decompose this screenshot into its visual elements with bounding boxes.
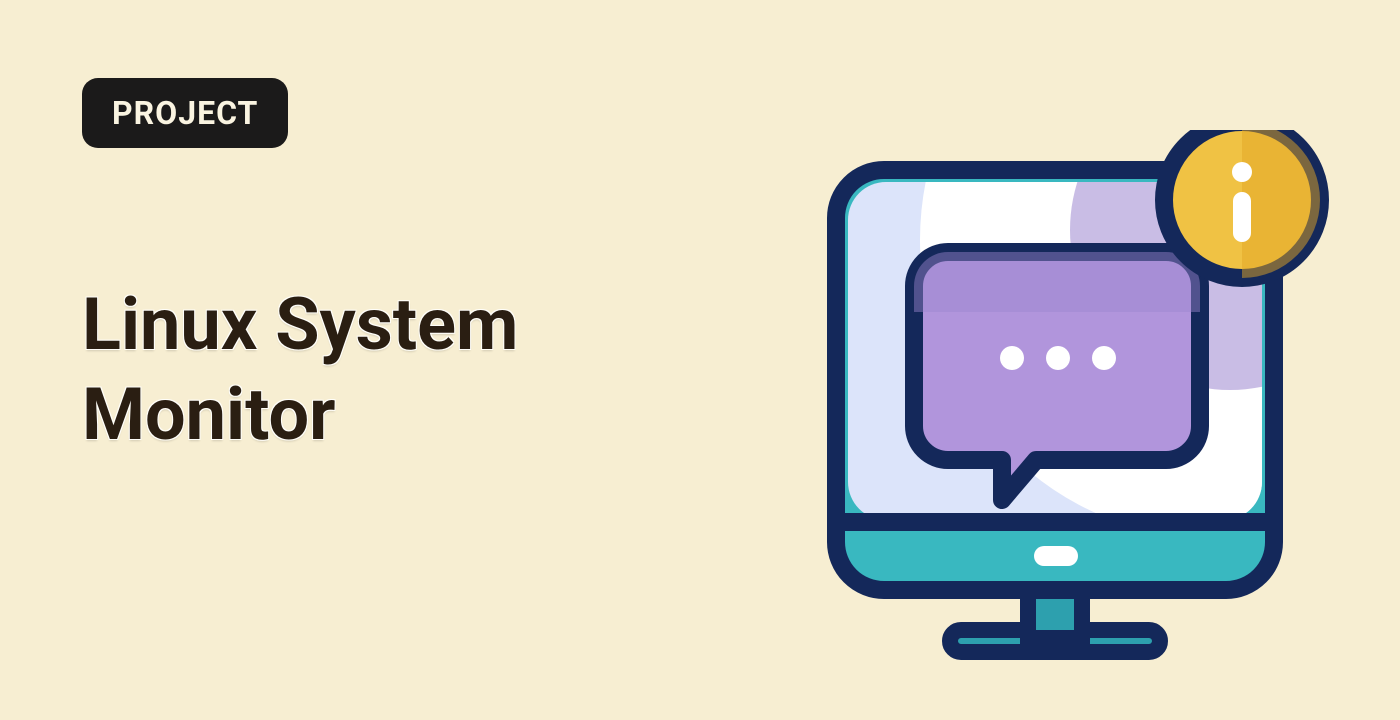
info-badge-icon	[1164, 130, 1320, 278]
chat-dot	[1046, 346, 1070, 370]
monitor-chat-info-illustration	[790, 130, 1330, 670]
chat-dot	[1000, 346, 1024, 370]
monitor-home-button	[1034, 546, 1078, 566]
page-title: Linux SystemMonitor	[82, 280, 518, 460]
project-badge-label: PROJECT	[112, 94, 258, 132]
chat-dot	[1092, 346, 1116, 370]
illustration	[790, 130, 1330, 670]
project-badge: PROJECT	[82, 78, 288, 148]
chat-bubble-icon	[914, 252, 1200, 500]
